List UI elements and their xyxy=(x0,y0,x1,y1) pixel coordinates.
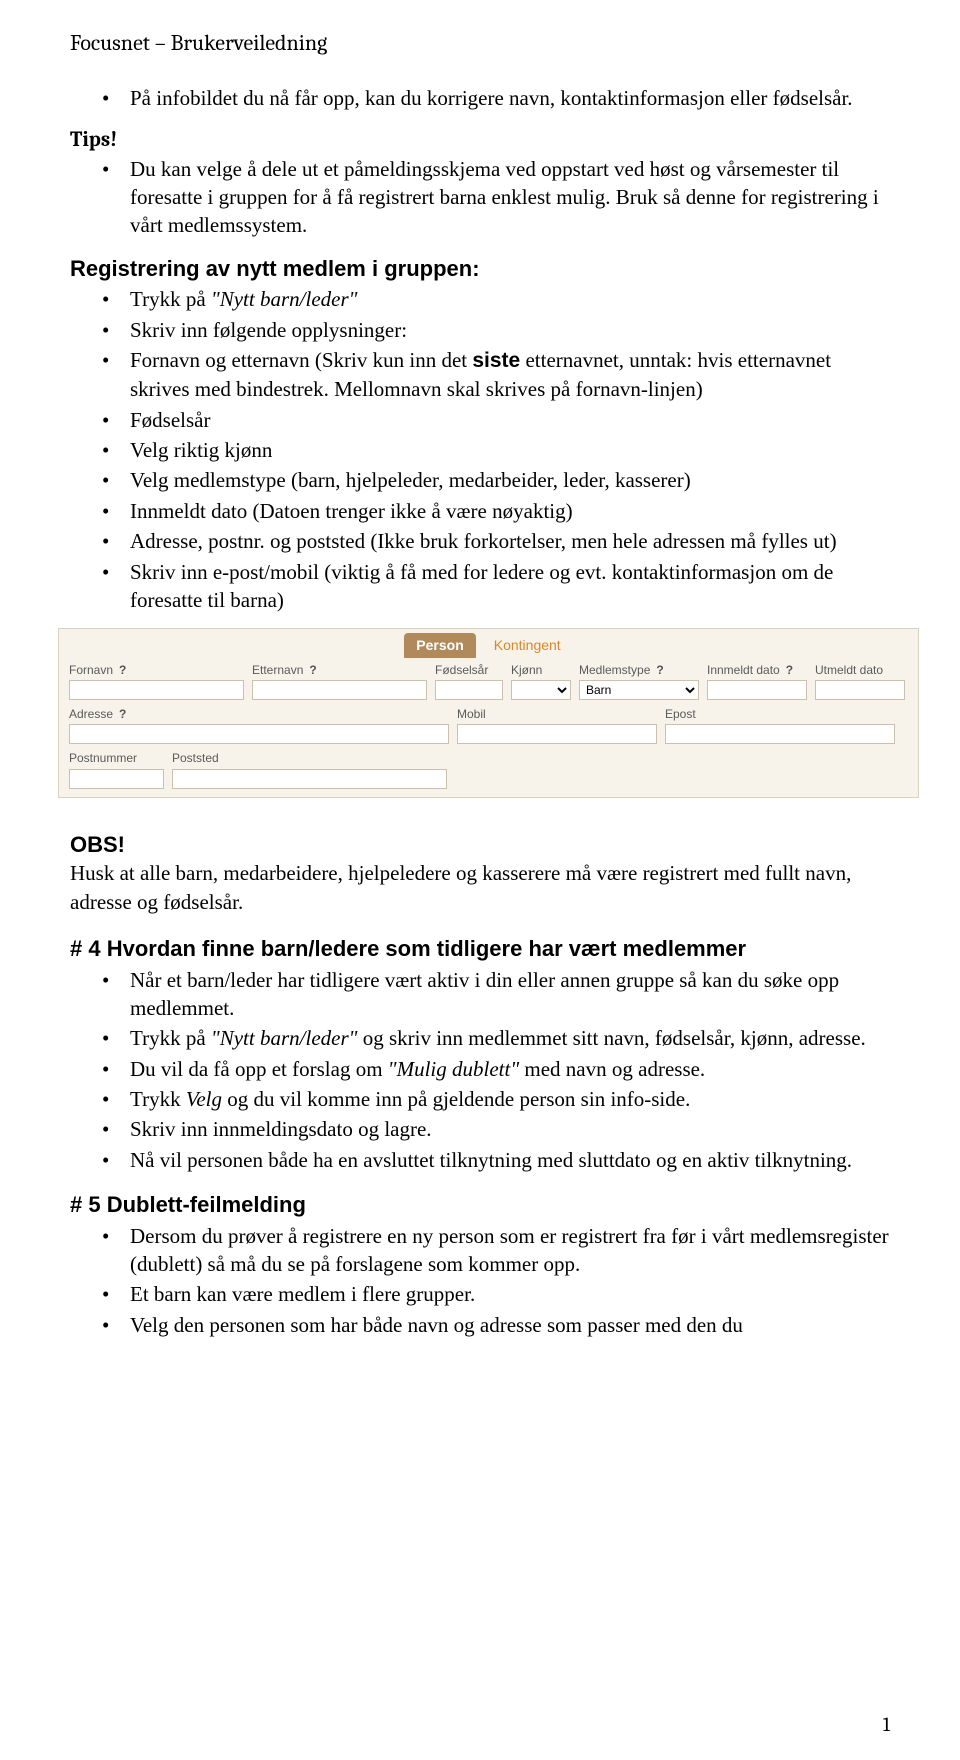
registrering-list: Trykk på "Nytt barn/leder" Skriv inn føl… xyxy=(70,285,890,614)
label-etternavn: Etternavn xyxy=(252,662,303,678)
list-item: Trykk på "Nytt barn/leder" xyxy=(130,285,890,313)
section-heading-5: # 5 Dublett-feilmelding xyxy=(70,1190,890,1220)
list-item: Fødselsår xyxy=(130,406,890,434)
label-kjonn: Kjønn xyxy=(511,662,542,678)
list-item: Nå vil personen både ha en avsluttet til… xyxy=(130,1146,890,1174)
label-poststed: Poststed xyxy=(172,750,219,766)
list-item: Velg den personen som har både navn og a… xyxy=(130,1311,890,1339)
help-icon[interactable]: ? xyxy=(656,662,663,678)
medlemstype-select[interactable]: Barn xyxy=(579,680,699,700)
list-item: Trykk Velg og du vil komme inn på gjelde… xyxy=(130,1085,890,1113)
tips-label: Tips! xyxy=(70,126,890,154)
list-item: Fornavn og etternavn (Skriv kun inn det … xyxy=(130,346,890,404)
list-item: Velg medlemstype (barn, hjelpeleder, med… xyxy=(130,466,890,494)
label-epost: Epost xyxy=(665,706,696,722)
obs-heading: OBS! xyxy=(70,830,890,860)
kjonn-select[interactable] xyxy=(511,680,571,700)
list-item: Adresse, postnr. og poststed (Ikke bruk … xyxy=(130,527,890,555)
list-item: Et barn kan være medlem i flere grupper. xyxy=(130,1280,890,1308)
list-item: Du kan velge å dele ut et påmeldingsskje… xyxy=(130,155,890,240)
help-icon[interactable]: ? xyxy=(119,706,126,722)
document-header: Focusnet – Brukerveiledning xyxy=(70,30,890,56)
adresse-input[interactable] xyxy=(69,724,449,744)
epost-input[interactable] xyxy=(665,724,895,744)
utmeldt-input[interactable] xyxy=(815,680,905,700)
poststed-input[interactable] xyxy=(172,769,447,789)
label-fodselsar: Fødselsår xyxy=(435,662,488,678)
list-item: Trykk på "Nytt barn/leder" og skriv inn … xyxy=(130,1024,890,1052)
help-icon[interactable]: ? xyxy=(119,662,126,678)
list-item: Innmeldt dato (Datoen trenger ikke å vær… xyxy=(130,497,890,525)
obs-text: Husk at alle barn, medarbeidere, hjelpel… xyxy=(70,859,890,916)
form-screenshot: Person Kontingent Fornavn? Etternavn? Fø… xyxy=(58,628,919,797)
section-heading-4: # 4 Hvordan finne barn/ledere som tidlig… xyxy=(70,934,890,964)
list-item: På infobildet du nå får opp, kan du korr… xyxy=(130,84,890,112)
list-item: Når et barn/leder har tidligere vært akt… xyxy=(130,966,890,1023)
label-adresse: Adresse xyxy=(69,706,113,722)
tips-list-2: Du kan velge å dele ut et påmeldingsskje… xyxy=(70,155,890,240)
list-item: Velg riktig kjønn xyxy=(130,436,890,464)
tab-kontingent[interactable]: Kontingent xyxy=(482,633,573,658)
help-icon[interactable]: ? xyxy=(786,662,793,678)
label-medlemstype: Medlemstype xyxy=(579,662,650,678)
label-innmeldt: Innmeldt dato xyxy=(707,662,780,678)
page-number: 1 xyxy=(883,1713,890,1736)
list-item: Skriv inn innmeldingsdato og lagre. xyxy=(130,1115,890,1143)
section-heading-registrering: Registrering av nytt medlem i gruppen: xyxy=(70,254,890,284)
label-postnummer: Postnummer xyxy=(69,750,137,766)
fodselsar-input[interactable] xyxy=(435,680,503,700)
mobil-input[interactable] xyxy=(457,724,657,744)
tab-person[interactable]: Person xyxy=(404,633,475,658)
list-item: Skriv inn e-post/mobil (viktig å få med … xyxy=(130,558,890,615)
section-5-list: Dersom du prøver å registrere en ny pers… xyxy=(70,1222,890,1339)
label-fornavn: Fornavn xyxy=(69,662,113,678)
label-utmeldt: Utmeldt dato xyxy=(815,662,883,678)
postnummer-input[interactable] xyxy=(69,769,164,789)
etternavn-input[interactable] xyxy=(252,680,427,700)
list-item: Dersom du prøver å registrere en ny pers… xyxy=(130,1222,890,1279)
help-icon[interactable]: ? xyxy=(309,662,316,678)
list-item: Du vil da få opp et forslag om "Mulig du… xyxy=(130,1055,890,1083)
tips-list: På infobildet du nå får opp, kan du korr… xyxy=(70,84,890,112)
innmeldt-input[interactable] xyxy=(707,680,807,700)
section-4-list: Når et barn/leder har tidligere vært akt… xyxy=(70,966,890,1174)
fornavn-input[interactable] xyxy=(69,680,244,700)
list-item: Skriv inn følgende opplysninger: xyxy=(130,316,890,344)
label-mobil: Mobil xyxy=(457,706,486,722)
